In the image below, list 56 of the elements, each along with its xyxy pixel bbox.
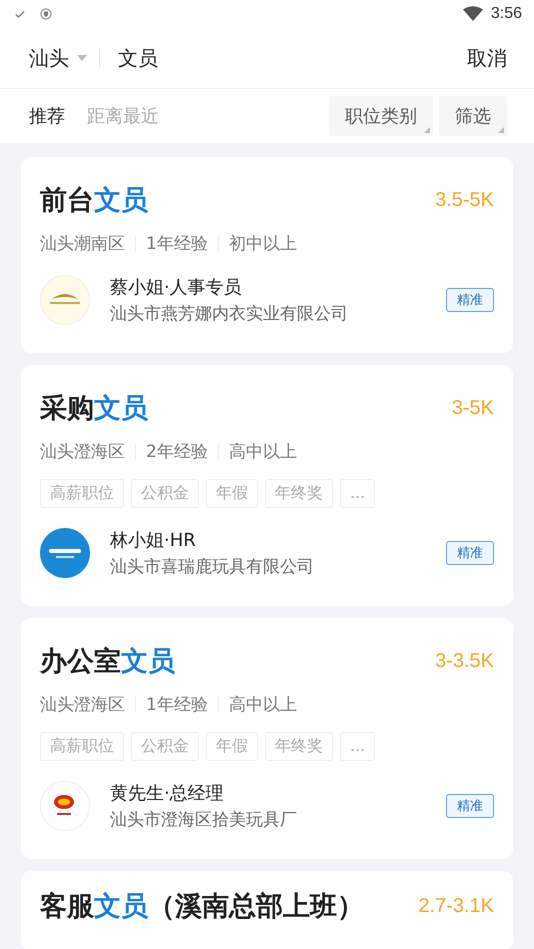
- company-name: 汕头市喜瑞鹿玩具有限公司: [110, 556, 314, 578]
- benefit-tag: ...: [340, 479, 376, 508]
- shield-icon: [40, 8, 52, 20]
- job-card[interactable]: 前台文员 3.5-5K 汕头潮南区 1年经验 初中以上 蔡小姐·人事专员 汕头市燕芳娜内衣实业有限公司 精准: [21, 157, 513, 354]
- salary: 2.7-3.1K: [418, 895, 494, 918]
- company-name: 汕头市燕芳娜内衣实业有限公司: [110, 303, 348, 326]
- filter-button[interactable]: 职位类别: [329, 96, 433, 136]
- salary: 3-3.5K: [435, 650, 494, 674]
- filter-button[interactable]: 筛选: [439, 96, 507, 136]
- salary: 3.5-5K: [435, 189, 494, 212]
- recruiter-name: 黄先生·总经理: [110, 782, 225, 806]
- benefit-tag: 高薪职位: [40, 479, 124, 508]
- job-meta: 1年经验: [146, 233, 208, 256]
- caret-icon: [77, 55, 87, 61]
- job-title: 客服文员（溪南总部上班）: [40, 891, 364, 922]
- check-icon: [14, 8, 26, 20]
- corner-triangle-icon: [424, 127, 430, 133]
- job-meta: 汕头潮南区: [40, 233, 125, 256]
- job-meta: 高中以上: [228, 441, 297, 464]
- benefit-tag: 公积金: [131, 732, 199, 762]
- job-title: 前台文员: [40, 185, 148, 216]
- company-logo-icon: [40, 528, 90, 578]
- benefit-tag: 年假: [206, 479, 258, 508]
- job-meta: 汕头澄海区: [40, 694, 125, 716]
- benefit-tag: 年假: [206, 732, 258, 762]
- job-meta: 2年经验: [146, 441, 208, 464]
- job-title: 采购文员: [40, 393, 148, 424]
- job-card[interactable]: 客服文员（溪南总部上班） 2.7-3.1K: [21, 871, 513, 949]
- match-badge: 精准: [446, 288, 494, 312]
- job-meta: 高中以上: [228, 694, 297, 716]
- sort-tab[interactable]: 推荐: [29, 104, 65, 128]
- match-badge: 精准: [446, 541, 494, 566]
- cancel-button[interactable]: 取消: [467, 44, 507, 72]
- status-time: 3:56: [490, 5, 522, 23]
- benefit-tag: 年终奖: [265, 732, 333, 762]
- job-meta: 汕头澄海区: [40, 441, 125, 464]
- job-title: 办公室文员: [40, 646, 175, 678]
- job-card[interactable]: 办公室文员 3-3.5K 汕头澄海区 1年经验 高中以上 高薪职位 公积金 年假 年终奖 ... 黄先生·总经理 汕头市澄海区拾美玩具厂 精准: [21, 618, 513, 860]
- company-name: 汕头市澄海区拾美玩具厂: [110, 809, 297, 832]
- corner-triangle-icon: [498, 127, 504, 133]
- company-logo-icon: [40, 275, 90, 326]
- recruiter-name: 蔡小姐·人事专员: [110, 276, 243, 300]
- benefit-tag: 年终奖: [265, 479, 333, 508]
- job-meta: 1年经验: [146, 694, 208, 716]
- recruiter-name: 林小姐·HR: [110, 529, 197, 552]
- job-meta: 初中以上: [228, 233, 297, 256]
- job-card[interactable]: 采购文员 3-5K 汕头澄海区 2年经验 高中以上 高薪职位 公积金 年假 年终奖 ... 林小姐·HR 汕头市喜瑞鹿玩具有限公司 精准: [21, 365, 513, 606]
- salary: 3-5K: [452, 397, 494, 420]
- company-logo-icon: [40, 781, 90, 832]
- search-field[interactable]: 文员: [118, 44, 158, 72]
- wifi-icon: [462, 6, 483, 22]
- benefit-tag: 高薪职位: [40, 732, 124, 762]
- benefit-tag: ...: [340, 732, 376, 762]
- benefit-tag: 公积金: [131, 479, 199, 508]
- match-badge: 精准: [446, 794, 494, 818]
- city-selector[interactable]: 汕头: [29, 44, 87, 72]
